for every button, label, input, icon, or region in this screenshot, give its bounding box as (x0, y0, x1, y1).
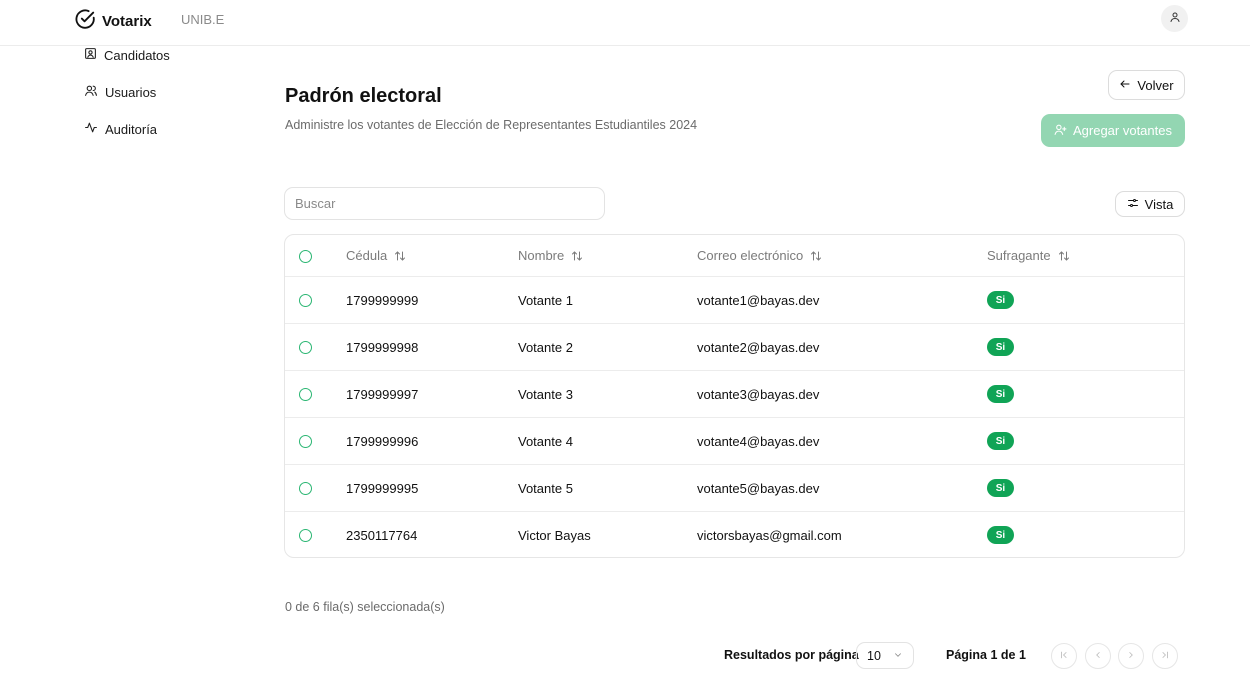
user-menu-button[interactable] (1161, 5, 1188, 32)
top-bar: Votarix UNIB.E (0, 0, 1250, 46)
previous-page-button[interactable] (1085, 643, 1111, 669)
status-badge: Si (987, 338, 1014, 356)
status-badge: Si (987, 526, 1014, 544)
sliders-icon (1127, 197, 1139, 212)
next-page-button[interactable] (1118, 643, 1144, 669)
arrow-left-icon (1119, 78, 1131, 93)
sort-icon (394, 250, 406, 262)
first-page-button[interactable] (1051, 643, 1077, 669)
view-options-button[interactable]: Vista (1115, 191, 1185, 217)
column-header-sufragante[interactable]: Sufragante (987, 235, 1070, 276)
sidebar-item-usuarios[interactable]: Usuarios (84, 84, 156, 100)
sidebar-item-candidatos[interactable]: Candidatos (84, 47, 170, 63)
cedula-cell: 1799999997 (346, 386, 419, 402)
page-info: Página 1 de 1 (946, 648, 1026, 662)
user-icon (1169, 10, 1181, 28)
cedula-cell: 1799999999 (346, 292, 419, 308)
sufragante-cell: Si (987, 324, 1014, 370)
rows-per-page-value: 10 (867, 648, 881, 663)
sufragante-cell: Si (987, 371, 1014, 417)
sufragante-cell: Si (987, 465, 1014, 511)
voters-table: Cédula Nombre Correo electrónico Sufraga… (284, 234, 1185, 558)
name-cell: Victor Bayas (518, 527, 591, 543)
id-card-icon (84, 47, 97, 63)
name-cell: Votante 2 (518, 339, 573, 355)
page-subtitle: Administre los votantes de Elección de R… (285, 118, 698, 132)
sufragante-cell: Si (987, 418, 1014, 464)
rows-per-page-label: Resultados por página (724, 648, 859, 662)
back-button-label: Volver (1137, 77, 1174, 93)
column-header-correo[interactable]: Correo electrónico (697, 235, 822, 276)
check-circle-icon (74, 8, 96, 35)
table-row[interactable]: 1799999999 Votante 1 votante1@bayas.dev … (285, 276, 1184, 323)
row-checkbox[interactable] (299, 388, 312, 401)
email-cell: votante1@bayas.dev (697, 292, 820, 308)
add-voters-button[interactable]: Agregar votantes (1041, 114, 1185, 147)
table-row[interactable]: 1799999998 Votante 2 votante2@bayas.dev … (285, 323, 1184, 370)
sufragante-cell: Si (987, 277, 1014, 323)
brand-name: Votarix (102, 13, 152, 30)
rows-per-page-select[interactable]: 10 (856, 642, 914, 669)
organization-name: UNIB.E (181, 12, 225, 27)
sort-icon (571, 250, 583, 262)
column-header-nombre[interactable]: Nombre (518, 235, 583, 276)
chevron-left-icon (1093, 647, 1103, 665)
email-cell: votante5@bayas.dev (697, 480, 820, 496)
email-cell: votante2@bayas.dev (697, 339, 820, 355)
status-badge: Si (987, 385, 1014, 403)
name-cell: Votante 4 (518, 433, 573, 449)
select-all-checkbox[interactable] (299, 249, 312, 263)
view-options-label: Vista (1144, 196, 1174, 212)
sidebar-item-auditoria[interactable]: Auditoría (84, 121, 157, 137)
table-row[interactable]: 1799999997 Votante 3 votante3@bayas.dev … (285, 370, 1184, 417)
table-header-row: Cédula Nombre Correo electrónico Sufraga… (285, 235, 1184, 276)
row-checkbox[interactable] (299, 435, 312, 448)
status-badge: Si (987, 432, 1014, 450)
sidebar-item-label: Candidatos (104, 47, 170, 63)
email-cell: victorsbayas@gmail.com (697, 527, 842, 543)
activity-icon (84, 121, 98, 137)
cedula-cell: 1799999998 (346, 339, 419, 355)
cedula-cell: 1799999995 (346, 480, 419, 496)
row-checkbox[interactable] (299, 529, 312, 542)
back-button[interactable]: Volver (1108, 70, 1185, 100)
sidebar-item-label: Usuarios (105, 84, 157, 100)
status-badge: Si (987, 291, 1014, 309)
user-plus-icon (1054, 123, 1067, 139)
cedula-cell: 2350117764 (346, 527, 418, 543)
sufragante-cell: Si (987, 512, 1014, 557)
column-header-cedula[interactable]: Cédula (346, 235, 406, 276)
row-checkbox[interactable] (299, 341, 312, 354)
sidebar-item-label: Auditoría (105, 121, 158, 137)
brand-logo[interactable]: Votarix (74, 8, 152, 35)
sort-icon (1058, 250, 1070, 262)
selected-rows-count: 0 de 6 fila(s) seleccionada(s) (285, 600, 445, 614)
email-cell: votante4@bayas.dev (697, 433, 820, 449)
chevrons-right-icon (1160, 647, 1170, 665)
add-voters-label: Agregar votantes (1072, 123, 1172, 138)
status-badge: Si (987, 479, 1014, 497)
cedula-cell: 1799999996 (346, 433, 419, 449)
chevron-down-icon (893, 649, 903, 663)
name-cell: Votante 3 (518, 386, 573, 402)
sort-icon (810, 250, 822, 262)
row-checkbox[interactable] (299, 482, 312, 495)
users-icon (84, 84, 98, 100)
table-row[interactable]: 1799999996 Votante 4 votante4@bayas.dev … (285, 417, 1184, 464)
email-cell: votante3@bayas.dev (697, 386, 820, 402)
chevron-right-icon (1126, 647, 1136, 665)
table-row[interactable]: 2350117764 Victor Bayas victorsbayas@gma… (285, 511, 1184, 557)
name-cell: Votante 5 (518, 480, 573, 496)
row-checkbox[interactable] (299, 294, 312, 307)
page-title: Padrón electoral (285, 85, 442, 107)
table-row[interactable]: 1799999995 Votante 5 votante5@bayas.dev … (285, 464, 1184, 511)
chevrons-left-icon (1059, 647, 1069, 665)
search-input[interactable] (284, 187, 605, 220)
name-cell: Votante 1 (518, 292, 573, 308)
last-page-button[interactable] (1152, 643, 1178, 669)
